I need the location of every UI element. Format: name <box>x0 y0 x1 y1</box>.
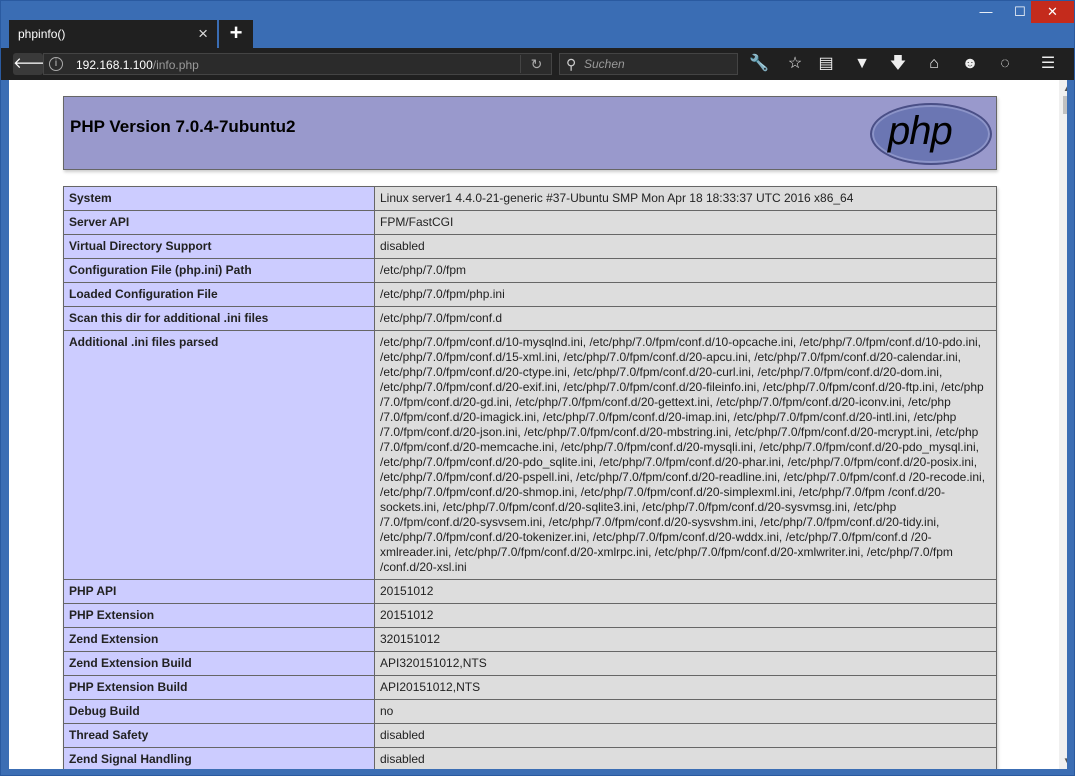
phpinfo-header: PHP Version 7.0.4-7ubuntu2 php <box>63 96 997 170</box>
table-row: PHP API 20151012 <box>63 579 997 604</box>
row-key: Scan this dir for additional .ini files <box>63 306 375 331</box>
table-row: Configuration File (php.ini) Path/etc/ph… <box>63 258 997 283</box>
row-value: /etc/php/7.0/fpm/conf.d <box>374 306 997 331</box>
vertical-scrollbar[interactable]: ▲ ▼ <box>1059 80 1067 769</box>
row-key: Zend Signal Handling <box>63 747 375 769</box>
reload-icon[interactable]: ↻ <box>520 55 552 73</box>
table-row: PHP Extension Build API20151012,NTS <box>63 675 997 700</box>
row-key: PHP Extension Build <box>63 675 375 700</box>
table-row: Scan this dir for additional .ini files /… <box>63 306 997 331</box>
row-value: API320151012,NTS <box>374 651 997 676</box>
tab-title: phpinfo() <box>18 27 66 41</box>
row-key: PHP Extension <box>63 603 375 628</box>
table-row: Thread Safety disabled <box>63 723 997 748</box>
browser-window: — ☐ ✕ phpinfo() × + 🡐 i 192.168.1.100/in… <box>0 0 1075 776</box>
row-value: /etc/php/7.0/fpm <box>374 258 997 283</box>
row-key: Zend Extension <box>63 627 375 652</box>
row-key: Additional .ini files parsed <box>63 330 375 580</box>
close-tab-icon[interactable]: × <box>198 24 208 44</box>
scroll-up-icon[interactable]: ▲ <box>1063 84 1067 93</box>
url-text[interactable]: 192.168.1.100/info.php <box>76 58 199 72</box>
search-bar[interactable]: ⚲ <box>559 53 738 75</box>
row-value: no <box>374 699 997 724</box>
title-bar: — ☐ ✕ phpinfo() × + <box>1 1 1074 48</box>
minimize-button[interactable]: — <box>969 1 1003 23</box>
table-row: Zend Extension 320151012 <box>63 627 997 652</box>
table-row: PHP Extension 20151012 <box>63 603 997 628</box>
download-icon[interactable]: 🡇 <box>884 53 912 75</box>
row-value: FPM/FastCGI <box>374 210 997 235</box>
row-value: disabled <box>374 234 997 259</box>
phpinfo-table: System Linux server1 4.4.0-21-generic #37… <box>63 186 997 769</box>
row-key: System <box>63 186 375 211</box>
navigation-toolbar: 🡐 i 192.168.1.100/info.php ↻ ⚲ 🔧 ☆ ▤ ▼ 🡇… <box>1 48 1074 80</box>
pocket-icon[interactable]: ▼ <box>848 53 876 75</box>
row-value: disabled <box>374 723 997 748</box>
row-value: disabled <box>374 747 997 769</box>
row-key: Loaded Configuration File <box>63 282 375 307</box>
back-button[interactable]: 🡐 <box>13 53 53 75</box>
table-row: Debug Build no <box>63 699 997 724</box>
row-key: Configuration File (php.ini) Path <box>63 258 375 283</box>
table-row: Zend Extension Build API320151012,NTS <box>63 651 997 676</box>
wrench-icon[interactable]: 🔧 <box>745 53 773 75</box>
php-logo: php <box>870 103 992 165</box>
table-row: Zend Signal Handling disabled <box>63 747 997 769</box>
globe-icon[interactable]: ◌ <box>991 53 1019 75</box>
search-icon: ⚲ <box>566 56 577 72</box>
url-host: 192.168.1.100 <box>76 58 153 72</box>
reading-list-icon[interactable]: ▤ <box>812 53 840 75</box>
table-row: Server API FPM/FastCGI <box>63 210 997 235</box>
bookmark-star-icon[interactable]: ☆ <box>781 53 809 75</box>
row-key: Thread Safety <box>63 723 375 748</box>
table-row: Additional .ini files parsed/etc/php/7.0… <box>63 330 997 580</box>
row-value: Linux server1 4.4.0-21-generic #37-Ubunt… <box>374 186 997 211</box>
row-value: /etc/php/7.0/fpm/php.ini <box>374 282 997 307</box>
smiley-icon[interactable]: ☻ <box>956 53 984 75</box>
row-key: PHP API <box>63 579 375 604</box>
info-icon[interactable]: i <box>49 57 63 71</box>
row-value: 20151012 <box>374 603 997 628</box>
table-row: System Linux server1 4.4.0-21-generic #37… <box>63 186 997 211</box>
row-key: Virtual Directory Support <box>63 234 375 259</box>
search-input[interactable] <box>584 56 734 72</box>
tab-phpinfo[interactable]: phpinfo() × <box>9 20 217 48</box>
row-value: 320151012 <box>374 627 997 652</box>
address-bar[interactable]: i 192.168.1.100/info.php ↻ <box>43 53 552 75</box>
page-viewport[interactable]: PHP Version 7.0.4-7ubuntu2 php System Lin… <box>9 80 1067 769</box>
table-row: Virtual Directory Support disabled <box>63 234 997 259</box>
row-key: Zend Extension Build <box>63 651 375 676</box>
home-icon[interactable]: ⌂ <box>920 53 948 75</box>
table-row: Loaded Configuration File/etc/php/7.0/fp… <box>63 282 997 307</box>
row-value: 20151012 <box>374 579 997 604</box>
row-value: API20151012,NTS <box>374 675 997 700</box>
scroll-down-icon[interactable]: ▼ <box>1063 756 1067 765</box>
row-key: Debug Build <box>63 699 375 724</box>
url-path: /info.php <box>152 58 199 72</box>
row-key: Server API <box>63 210 375 235</box>
new-tab-button[interactable]: + <box>219 20 253 48</box>
scrollbar-thumb[interactable] <box>1063 96 1067 114</box>
row-value: /etc/php/7.0/fpm/conf.d/10-mysqlnd.ini, … <box>374 330 997 580</box>
close-window-button[interactable]: ✕ <box>1031 1 1074 23</box>
php-logo-text: php <box>888 109 953 153</box>
menu-icon[interactable]: ☰ <box>1034 53 1062 75</box>
page-title: PHP Version 7.0.4-7ubuntu2 <box>70 117 296 136</box>
